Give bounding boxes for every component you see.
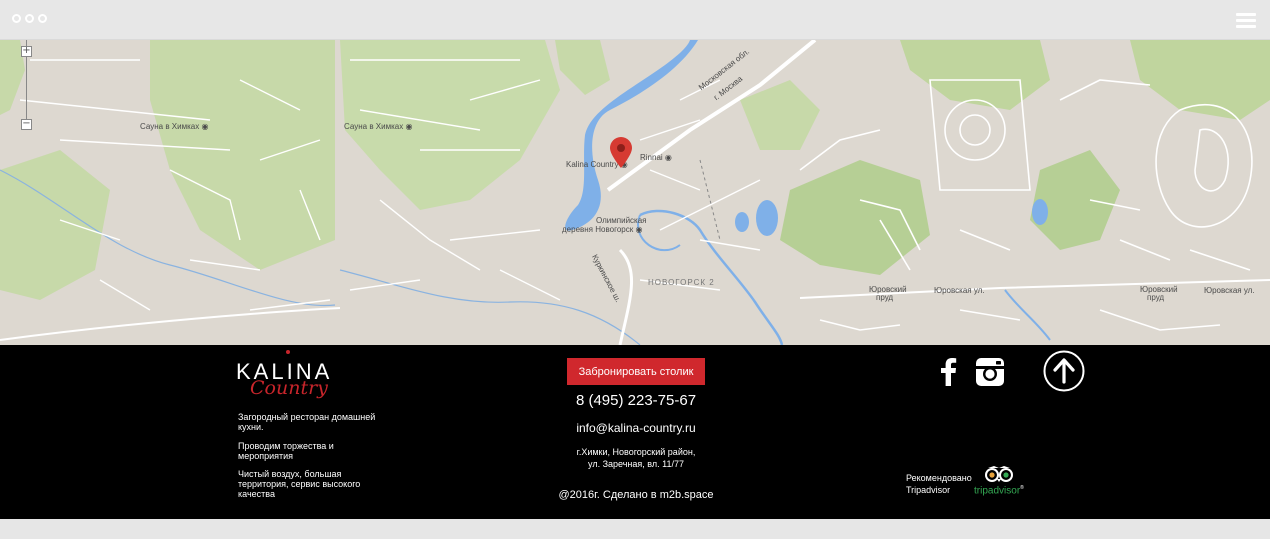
facebook-icon[interactable] [938,358,958,386]
zoom-in-button[interactable]: + [21,46,32,57]
site-footer: KALINA Country Загородный ресторан домаш… [0,345,1270,519]
hamburger-menu-icon[interactable] [1236,13,1256,28]
window-controls [12,14,47,23]
map-canvas[interactable] [0,40,1270,345]
poi-marker-icon: ◉ [635,225,643,234]
window-dot-icon[interactable] [38,14,47,23]
map-water-label: пруд [876,293,894,302]
map-street-label: Юровская ул. [1204,286,1255,295]
map-place-label[interactable]: деревня Новогорск ◉ [562,225,642,234]
tagline-events: Проводим торжества и мероприятия [238,441,334,461]
instagram-icon[interactable] [976,358,1004,386]
location-pin-icon[interactable] [609,137,633,169]
map-street-label: Юровская ул. [934,286,985,295]
location-map[interactable]: Сауна в Химках ◉ Сауна в Химках ◉ Kalina… [0,40,1270,345]
poi-marker-icon: ◉ [405,122,413,131]
poi-marker-icon: ◉ [201,122,209,131]
logo-accent-dot [286,350,290,354]
window-dot-icon[interactable] [25,14,34,23]
map-place-label[interactable]: Сауна в Химках ◉ [344,122,412,131]
phone-link[interactable]: 8 (495) 223-75-67 [536,392,736,409]
zoom-out-button[interactable]: − [21,119,32,130]
map-water-label: пруд [1147,293,1165,302]
tripadvisor-logo[interactable]: tripadvisor® [974,465,1030,497]
arrow-up-circle-icon[interactable] [1043,350,1085,392]
tripadvisor-owl-icon [985,466,1013,482]
map-district-label: НОВОГОРСК 2 [648,278,715,287]
address-line: ул. Заречная, вл. 11/77 [588,459,684,469]
recommended-text: Рекомендовано Tripadvisor [906,473,972,495]
logo-script: Country [250,377,328,399]
map-place-label[interactable]: Сауна в Химках ◉ [140,122,208,131]
tagline-service: Чистый воздух, большая территория, серви… [238,469,361,499]
book-table-button[interactable]: Забронировать столик [567,358,705,385]
tagline-restaurant: Загородный ресторан домашней кухни. [238,412,376,432]
email-link[interactable]: info@kalina-country.ru [536,421,736,435]
copyright-text: @2016г. Сделано в m2b.space [558,489,714,501]
kalina-country-logo[interactable]: KALINA Country [236,350,336,403]
tripadvisor-wordmark: tripadvisor® [974,485,1024,497]
map-place-label[interactable]: Олимпийская [596,216,647,225]
address-line: г.Химки, Новогорский район, [576,447,696,457]
poi-marker-icon: ◉ [664,153,672,162]
window-bottom-bar [0,519,1270,539]
map-place-label[interactable]: Rinnai ◉ [640,153,672,162]
window-titlebar [0,0,1270,40]
window-dot-icon[interactable] [12,14,21,23]
